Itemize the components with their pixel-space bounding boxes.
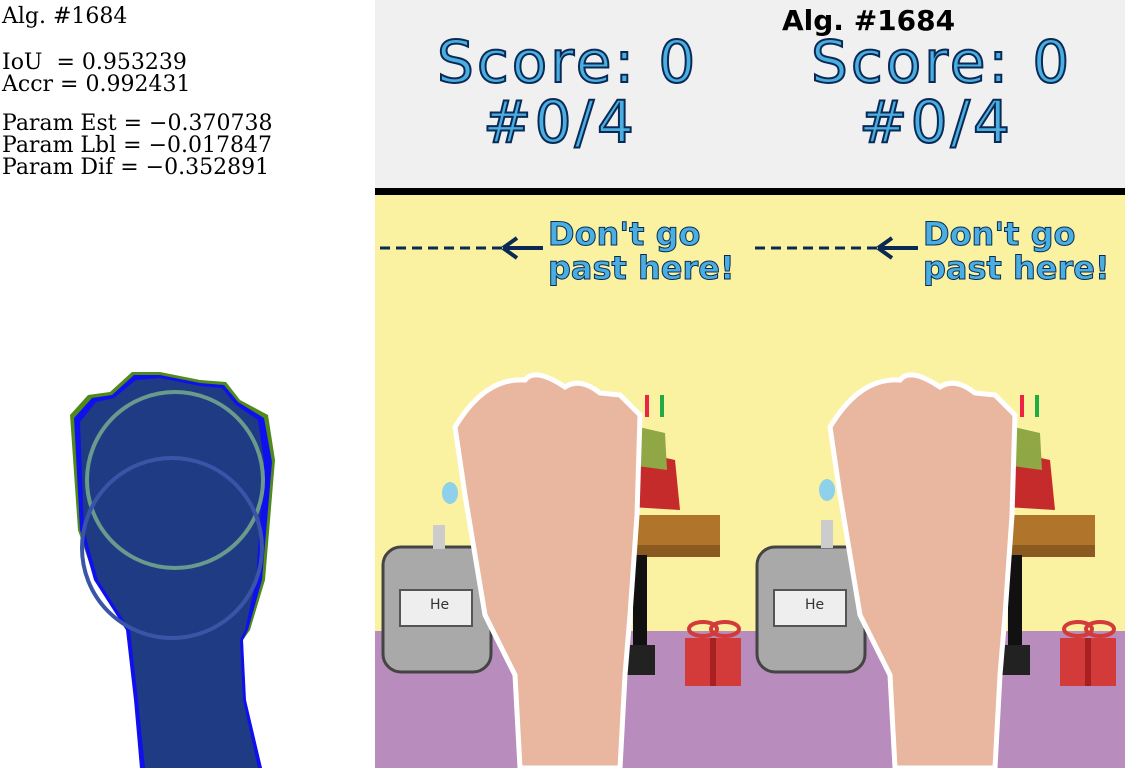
score-left: Score: 0 [436,27,699,97]
segmentation-panel: Alg. #1684 IoU = 0.953239 Accr = 0.99243… [0,0,375,768]
attempt-counter-left: #0/4 [482,87,637,157]
tank-label-right: He [805,597,825,613]
warning-line1: Don't go [548,215,701,253]
tank-label-left: He [430,597,450,613]
hud-divider [375,188,1125,195]
hand-mask-icon [70,372,275,768]
game-view: Alg. #1684 Score: 0 #0/4 Score: 0 #0/4 D… [375,0,1125,768]
warning-line2: past here! [548,249,736,287]
warning-line1: Don't go [923,215,1076,253]
score-right: Score: 0 [810,27,1073,97]
limit-warning-right: Don't go past here! [923,215,1111,287]
attempt-counter-right: #0/4 [858,87,1013,157]
hud-bar: Alg. #1684 Score: 0 #0/4 Score: 0 #0/4 [375,0,1125,188]
game-scene: Don't go past here! Don't go past here! … [375,195,1125,768]
limit-warning-left: Don't go past here! [548,215,736,287]
warning-line2: past here! [923,249,1111,287]
